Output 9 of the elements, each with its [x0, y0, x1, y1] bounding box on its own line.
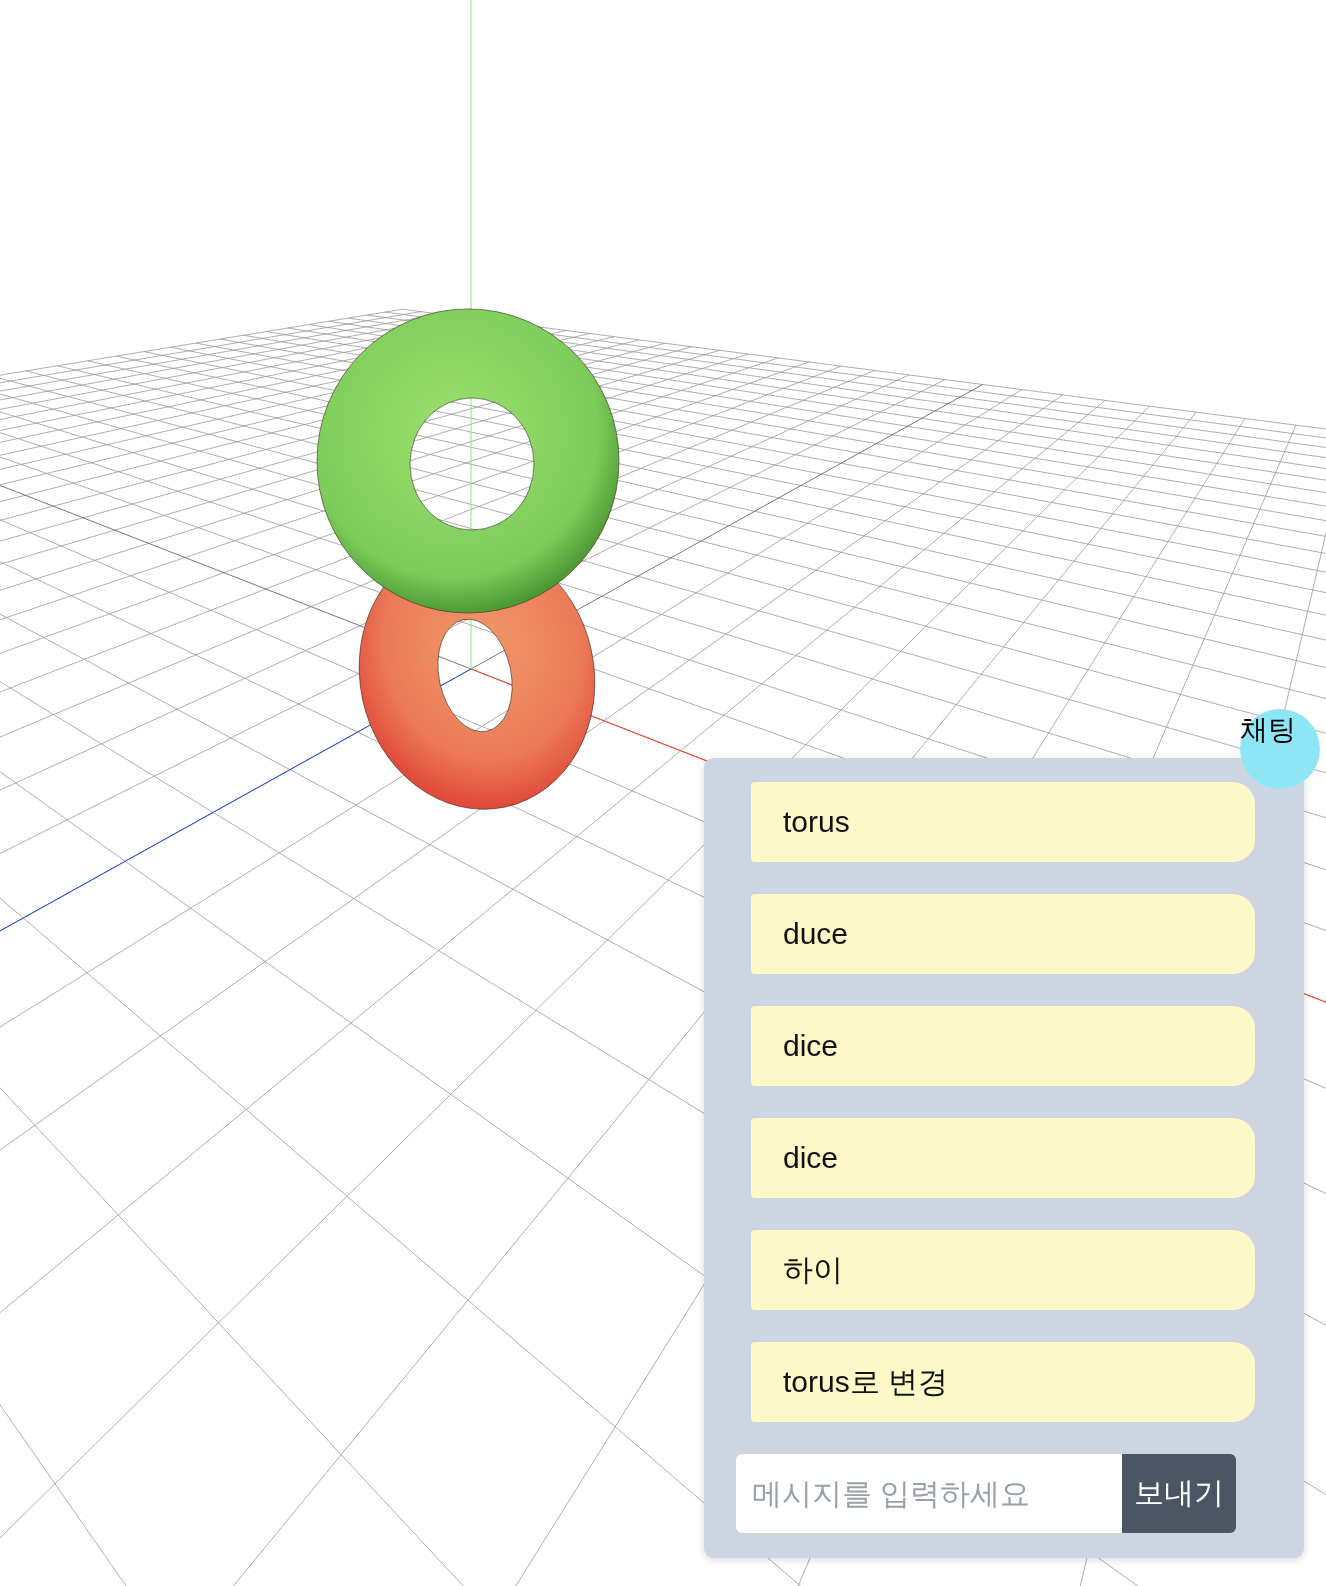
chat-toggle-button[interactable]: 채팅 — [1240, 709, 1320, 789]
chat-message: torus로 변경 — [751, 1342, 1255, 1422]
chat-message: dice — [751, 1006, 1255, 1086]
chat-message: torus — [751, 782, 1255, 862]
chat-message: duce — [751, 894, 1255, 974]
message-input[interactable]: 메시지를 입력하세요 — [736, 1454, 1122, 1533]
chat-message: dice — [751, 1118, 1255, 1198]
send-button[interactable]: 보내기 — [1122, 1454, 1236, 1533]
chat-message: 하이 — [751, 1230, 1255, 1310]
